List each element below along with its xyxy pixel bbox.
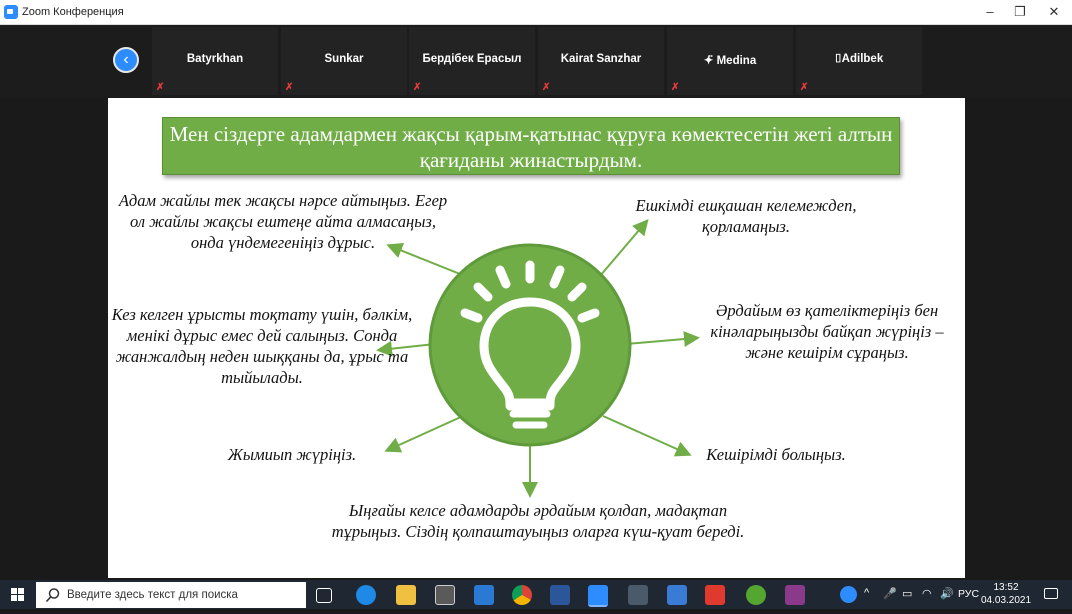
arrow-bottom-right [602, 415, 692, 457]
participant-tile[interactable]: ✦̈ Medina ✗ [667, 27, 793, 95]
tip-support-people: Ыңғайы келсе адамдарды әрдайым қолдап, м… [331, 501, 745, 541]
tip-be-forgiving: Кешірімді болыңыз. [706, 445, 846, 464]
yandex-icon[interactable] [705, 585, 725, 605]
volume-icon[interactable]: 🔊 [940, 587, 954, 600]
participant-tile[interactable]: Batyrkhan ✗ [152, 27, 278, 95]
search-icon [45, 588, 60, 603]
chevron-up-icon[interactable]: ^ [864, 587, 869, 599]
tip-no-mockery: Ешкімді ешқашан келемеждеп, қорламаңыз. [635, 196, 857, 236]
previous-page-button[interactable]: ‹ [113, 47, 139, 73]
window-title: Zoom Конференция [22, 6, 124, 18]
tip-smile: Жымиып жүріңіз. [227, 445, 357, 464]
participant-name: ⌷Adilbek [834, 53, 884, 65]
minimize-button[interactable]: – [976, 2, 1004, 22]
chrome-icon[interactable] [512, 585, 532, 605]
arrow-bottom-left [384, 415, 464, 453]
wifi-icon[interactable]: ◠ [922, 587, 932, 600]
muted-mic-icon: ✗ [542, 82, 551, 93]
participant-name: Sunkar [324, 53, 364, 65]
utorrent-icon[interactable] [746, 585, 766, 605]
participant-tile[interactable]: Kairat Sanzhar ✗ [538, 27, 664, 95]
participant-name: Kairat Sanzhar [560, 53, 642, 65]
taskbar-search-box[interactable]: Введите здесь текст для поиска [36, 582, 306, 608]
window-titlebar: Zoom Конференция – ❐ ✕ [0, 0, 1072, 25]
participant-tile[interactable]: Бердібек Ерасыл ✗ [409, 27, 535, 95]
close-button[interactable]: ✕ [1040, 2, 1068, 22]
start-button[interactable] [0, 580, 36, 609]
microphone-icon[interactable]: 🎤 [883, 587, 897, 600]
language-indicator[interactable]: РУС [958, 588, 979, 600]
battery-icon[interactable]: ▭ [902, 587, 912, 600]
search-placeholder: Введите здесь текст для поиска [67, 589, 238, 601]
arrow-right [625, 331, 700, 347]
tip-stop-quarrel: Кез келген ұрысты тоқтату үшін, бәлкім, … [111, 305, 413, 387]
participant-tile[interactable]: Sunkar ✗ [281, 27, 407, 95]
participant-name: Batyrkhan [186, 53, 244, 65]
word-icon[interactable] [550, 585, 570, 605]
help-icon[interactable] [840, 586, 857, 603]
zoom-taskbar-icon[interactable] [588, 585, 608, 607]
muted-mic-icon: ✗ [671, 82, 680, 93]
participant-name: Бердібек Ерасыл [422, 53, 522, 65]
app-icon-tools[interactable] [628, 585, 648, 605]
windows-taskbar: Введите здесь текст для поиска ^ 🎤 ▭ ◠ 🔊… [0, 580, 1072, 609]
clock-time: 13:52 [993, 582, 1019, 593]
participant-name: ✦̈ Medina [703, 55, 757, 67]
winrar-icon[interactable] [785, 585, 805, 605]
store-icon[interactable] [435, 585, 455, 605]
taskbar-clock[interactable]: 13:52 04.03.2021 [981, 581, 1031, 607]
file-explorer-icon[interactable] [396, 585, 416, 605]
mail-icon[interactable] [474, 585, 494, 605]
windows-logo-icon [11, 588, 24, 601]
muted-mic-icon: ✗ [800, 82, 809, 93]
task-view-icon[interactable] [316, 588, 332, 603]
participant-tile[interactable]: ⌷Adilbek ✗ [796, 27, 922, 95]
clock-date: 04.03.2021 [981, 595, 1032, 606]
edge-browser-icon[interactable] [356, 585, 376, 605]
muted-mic-icon: ✗ [285, 82, 294, 93]
shared-screen-slide: Мен сіздерге адамдармен жақсы қарым-қаты… [108, 98, 965, 578]
notifications-icon[interactable] [1044, 588, 1058, 599]
tip-notice-mistakes: Әрдайым өз қателіктеріңіз бен кінәларыңы… [710, 301, 944, 362]
restore-button[interactable]: ❐ [1006, 2, 1034, 22]
muted-mic-icon: ✗ [413, 82, 422, 93]
lightbulb-icon [428, 243, 632, 447]
tip-speak-well: Адам жайлы тек жақсы нәрсе айтыңыз. Егер… [118, 191, 448, 252]
app-icon-document[interactable] [667, 585, 687, 605]
zoom-app-icon [4, 5, 18, 19]
muted-mic-icon: ✗ [156, 82, 165, 93]
